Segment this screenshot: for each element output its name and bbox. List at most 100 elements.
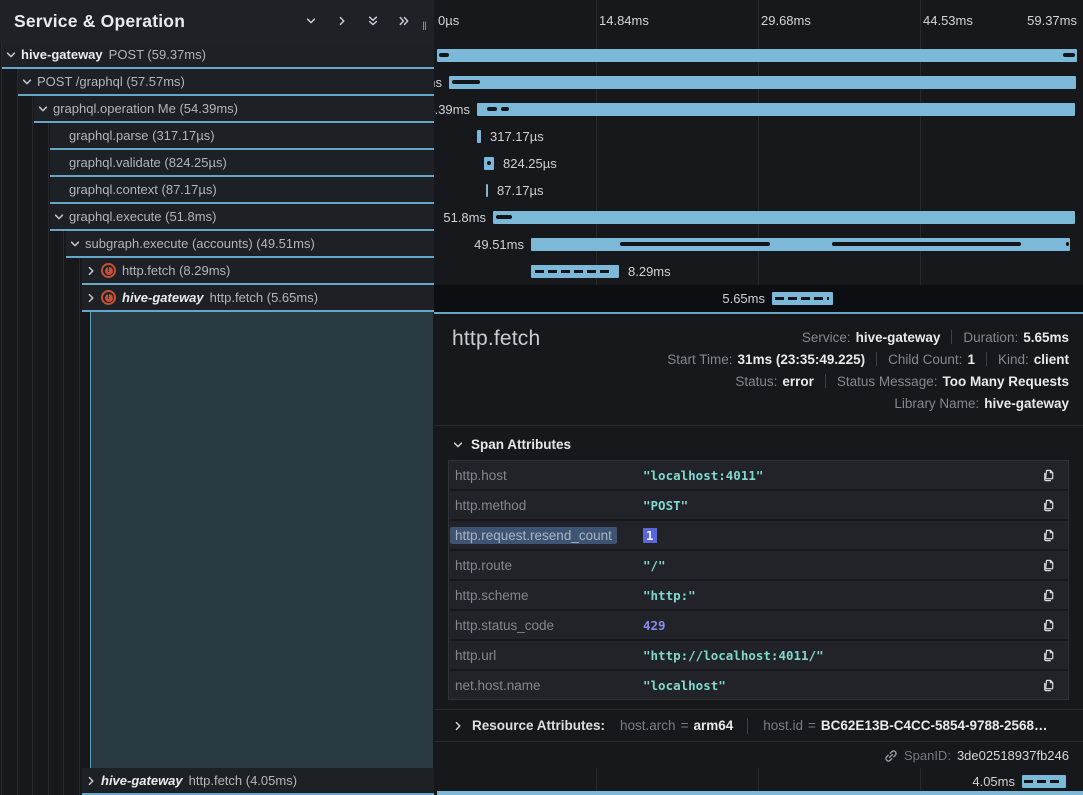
attribute-key: http.route xyxy=(455,558,643,573)
child-span-mark xyxy=(1063,53,1075,57)
double-chevron-right-icon[interactable] xyxy=(398,15,410,27)
meta-label: Child Count: xyxy=(888,352,962,367)
next-span-bar-peek xyxy=(437,791,1083,795)
span-id-label: SpanID: xyxy=(904,748,951,763)
attribute-row: http.status_code429 xyxy=(449,611,1068,641)
meta-separator xyxy=(951,330,952,344)
span-duration-bar[interactable] xyxy=(486,184,488,197)
attribute-key: http.status_code xyxy=(455,618,643,633)
child-span-mark xyxy=(620,242,770,246)
span-duration-bar[interactable] xyxy=(477,103,1075,116)
copy-icon[interactable] xyxy=(1041,588,1056,603)
span-duration-bar[interactable] xyxy=(477,130,481,143)
resource-value: arm64 xyxy=(693,718,733,733)
span-duration-bar[interactable] xyxy=(437,49,1077,62)
span-attributes-title: Span Attributes xyxy=(471,437,571,452)
attribute-value: 429 xyxy=(643,618,1041,633)
chevron-right-icon[interactable] xyxy=(85,292,97,304)
tree-row-graphql.operation[interactable]: graphql.operation Me (54.39ms) xyxy=(34,96,434,123)
tree-row-graphql.context[interactable]: graphql.context (87.17µs) xyxy=(50,177,434,204)
span-duration-bar[interactable] xyxy=(531,265,619,278)
child-span-mark xyxy=(439,53,449,57)
span-attributes-section-header[interactable]: Span Attributes xyxy=(434,426,1083,460)
span-meta-line: Start Time:31ms (23:35:49.225)Child Coun… xyxy=(667,348,1069,370)
tree-row-graphql.validate[interactable]: graphql.validate (824.25µs) xyxy=(50,150,434,177)
timeline-tick: 44.53ms xyxy=(923,13,973,28)
bar-duration-label: 49.51ms xyxy=(474,237,524,252)
span-operation-label: graphql.context (87.17µs) xyxy=(69,182,217,197)
tree-row-http.fetch[interactable]: !http.fetch (8.29ms) xyxy=(82,258,434,285)
tree-row-http.fetch[interactable]: hive-gatewayhttp.fetch (4.05ms) xyxy=(82,768,434,795)
span-duration-bar[interactable] xyxy=(531,238,1070,251)
bar-duration-label: 824.25µs xyxy=(503,156,557,171)
span-operation-label: graphql.parse (317.17µs) xyxy=(69,128,215,143)
copy-icon[interactable] xyxy=(1041,528,1056,543)
span-duration-bar[interactable] xyxy=(484,157,494,170)
tree-row-subgraph.execute[interactable]: subgraph.execute (accounts) (49.51ms) xyxy=(66,231,434,258)
timeline-row: 824.25µs xyxy=(434,150,1083,177)
attribute-key-text: http.url xyxy=(455,648,496,663)
bar-duration-label: 8.29ms xyxy=(628,264,671,279)
copy-icon[interactable] xyxy=(1041,618,1056,633)
bar-duration-label: 54.39ms xyxy=(434,102,470,117)
timeline-tick: 14.84ms xyxy=(599,13,649,28)
tree-row-graphql.parse[interactable]: graphql.parse (317.17µs) xyxy=(50,123,434,150)
attribute-value: "http://localhost:4011/" xyxy=(643,648,1041,663)
trace-viewer: Service & Operation ‖ hive-gatewayPOST (… xyxy=(0,0,1083,795)
chevron-down-icon[interactable] xyxy=(69,238,81,250)
tree-row-http.fetch[interactable]: !hive-gatewayhttp.fetch (5.65ms) xyxy=(82,285,434,312)
meta-separator xyxy=(825,374,826,388)
attribute-value-text: "http:" xyxy=(643,588,696,603)
resource-key: host.id xyxy=(763,718,803,733)
span-service-name: hive-gateway xyxy=(101,773,183,788)
span-id-row: SpanID: 3de02518937fb246 xyxy=(434,742,1083,769)
attribute-key: net.host.name xyxy=(455,678,643,693)
chevron-down-icon[interactable] xyxy=(53,211,65,223)
copy-icon[interactable] xyxy=(1041,648,1056,663)
tree-row-POST[interactable]: hive-gatewayPOST (59.37ms) xyxy=(2,42,434,69)
span-duration-bar[interactable] xyxy=(493,211,1075,224)
attribute-key: http.method xyxy=(455,498,643,513)
resource-key: host.arch xyxy=(620,718,676,733)
attribute-value: "localhost:4011" xyxy=(643,468,1041,483)
error-exclamation: ! xyxy=(105,267,113,275)
tree-row-graphql.execute[interactable]: graphql.execute (51.8ms) xyxy=(50,204,434,231)
attribute-row: http.scheme"http:" xyxy=(449,581,1068,611)
child-span-mark xyxy=(487,161,491,165)
resource-equals: = xyxy=(681,718,689,733)
meta-label: Service: xyxy=(802,330,851,345)
attribute-value-text: "http://localhost:4011/" xyxy=(643,648,824,663)
copy-icon[interactable] xyxy=(1041,678,1056,693)
chevron-down-icon[interactable] xyxy=(5,49,17,61)
span-tree: hive-gatewayPOST (59.37ms)POST /graphql … xyxy=(0,42,434,312)
meta-label: Duration: xyxy=(963,330,1018,345)
copy-icon[interactable] xyxy=(1041,498,1056,513)
attribute-value: "POST" xyxy=(643,498,1041,513)
attribute-row: http.host"localhost:4011" xyxy=(449,461,1068,491)
pane-resize-handle[interactable]: ‖ xyxy=(422,19,428,33)
span-duration-bar[interactable] xyxy=(772,292,833,305)
bar-duration-label: 57.57ms xyxy=(434,75,442,90)
attribute-key-text: net.host.name xyxy=(455,678,541,693)
chevron-right-icon[interactable] xyxy=(85,775,97,787)
chevron-down-icon[interactable] xyxy=(21,76,33,88)
resource-attributes-title: Resource Attributes: xyxy=(472,718,605,733)
copy-icon[interactable] xyxy=(1041,468,1056,483)
child-span-mark xyxy=(487,107,497,111)
link-icon[interactable] xyxy=(884,749,898,763)
chevron-down-icon[interactable] xyxy=(37,103,49,115)
span-duration-bar[interactable] xyxy=(1022,775,1066,788)
attribute-key: http.host xyxy=(455,468,643,483)
span-duration-bar[interactable] xyxy=(449,76,1076,89)
double-chevron-down-icon[interactable] xyxy=(367,15,379,27)
meta-label: Kind: xyxy=(998,352,1029,367)
chevron-down-icon[interactable] xyxy=(305,15,317,27)
child-span-mark xyxy=(501,107,509,111)
resource-attributes-row[interactable]: Resource Attributes: host.arch = arm64 host… xyxy=(434,709,1083,742)
tree-row-POST[interactable]: POST /graphql (57.57ms) xyxy=(18,69,434,96)
chevron-right-icon[interactable] xyxy=(85,265,97,277)
child-span-marks xyxy=(535,270,612,273)
child-span-mark xyxy=(832,242,1021,246)
chevron-right-icon[interactable] xyxy=(336,15,348,27)
copy-icon[interactable] xyxy=(1041,558,1056,573)
